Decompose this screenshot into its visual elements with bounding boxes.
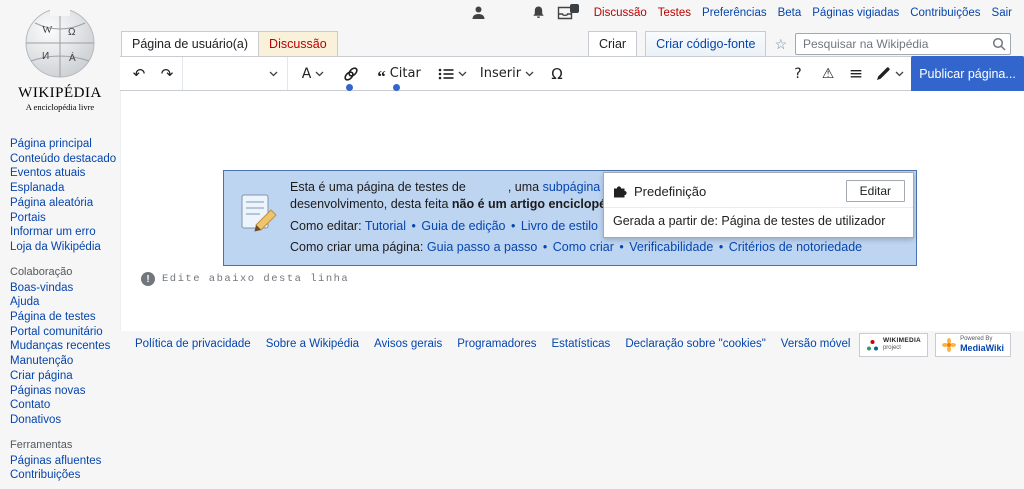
notice-link-guia-passo-a-passo[interactable]: Guia passo a passo: [427, 240, 538, 254]
feature-hint-dot[interactable]: [346, 84, 353, 91]
comment-text: Edite abaixo desta linha: [162, 273, 350, 285]
wikipedia-tagline: A enciclopédia livre: [25, 102, 95, 112]
notice-link-como-criar[interactable]: Como criar: [553, 240, 614, 254]
sidebar-navigation: Página principal Conteúdo destacado Even…: [10, 137, 120, 483]
sidebar-item-esplanada[interactable]: Esplanada: [10, 181, 120, 196]
paragraph-format-dropdown[interactable]: [182, 57, 288, 90]
svg-text:Ω: Ω: [68, 27, 76, 38]
list-format-dropdown[interactable]: [432, 57, 472, 90]
sidebar-section-ferramentas: Ferramentas: [10, 438, 73, 451]
svg-text:W: W: [42, 24, 53, 36]
chevron-down-icon: [525, 71, 534, 76]
sidebar-item-criar-pagina[interactable]: Criar página: [10, 369, 120, 384]
notices-alert-button[interactable]: ⚠: [814, 57, 842, 90]
insert-dropdown[interactable]: Inserir: [476, 57, 538, 90]
popup-title: Predefinição: [634, 183, 707, 199]
tab-create-source[interactable]: Criar código-fonte: [645, 31, 767, 56]
sidebar-item-ajuda[interactable]: Ajuda: [10, 295, 120, 310]
bullet-list-icon: [438, 68, 453, 79]
quote-icon: “: [377, 67, 386, 86]
sidebar-item-boas-vindas[interactable]: Boas-vindas: [10, 281, 120, 296]
sidebar-item-contato[interactable]: Contato: [10, 398, 120, 413]
notice-link-tutorial[interactable]: Tutorial: [365, 219, 406, 233]
editor-surface[interactable]: Esta é uma página de testes de, uma subp…: [120, 91, 1024, 331]
wikipedia-wordmark: WIKIPÉDIA: [18, 85, 102, 101]
search-icon[interactable]: [992, 37, 1006, 51]
sidebar-item-portais[interactable]: Portais: [10, 211, 120, 226]
tab-user-page[interactable]: Página de usuário(a): [121, 31, 260, 56]
visual-editor-toolbar: ↶ ↷ A “ Citar Inserir Ω ? ⚠ ≡ Publicar p…: [120, 56, 1024, 92]
chevron-down-icon: [315, 71, 324, 76]
page-tab-row: Página de usuário(a) Discussão Criar Cri…: [120, 31, 1024, 56]
sidebar-item-informar-um-erro[interactable]: Informar um erro: [10, 225, 120, 240]
sidebar-item-portal-comunitario[interactable]: Portal comunitário: [10, 325, 120, 340]
sidebar-item-loja[interactable]: Loja da Wikipédia: [10, 240, 120, 255]
watch-star-icon[interactable]: ☆: [774, 37, 787, 51]
sidebar-item-eventos-atuais[interactable]: Eventos atuais: [10, 166, 120, 181]
sidebar-item-donativos[interactable]: Donativos: [10, 413, 120, 428]
wikimedia-logo-icon: [866, 339, 878, 350]
sidebar-item-paginas-afluentes[interactable]: Páginas afluentes: [10, 454, 120, 469]
chevron-down-icon: [269, 71, 278, 76]
chevron-down-icon: [895, 71, 904, 76]
sidebar-section-colaboracao: Colaboração: [10, 265, 73, 278]
text-style-dropdown[interactable]: A: [294, 57, 332, 90]
content-column: Página de usuário(a) Discussão Criar Cri…: [120, 0, 1024, 489]
footer-link-avisos[interactable]: Avisos gerais: [374, 338, 442, 350]
notice-link-criterios-de-notoriedade[interactable]: Critérios de notoriedade: [729, 240, 862, 254]
sidebar-item-mudancas-recentes[interactable]: Mudanças recentes: [10, 339, 120, 354]
footer-link-sobre[interactable]: Sobre a Wikipédia: [266, 338, 359, 350]
footer-link-programadores[interactable]: Programadores: [457, 338, 536, 350]
template-context-popup: Predefinição Editar Gerada a partir de: …: [603, 172, 914, 238]
comment-exclamation-icon: !: [141, 272, 155, 286]
notice-link-verificabilidade[interactable]: Verificabilidade: [629, 240, 713, 254]
svg-text:Á: Á: [69, 51, 76, 64]
wikipedia-logo[interactable]: W Ω И Á WIKIPÉDIA A enciclopédia livre: [0, 3, 120, 112]
search-input[interactable]: [795, 32, 1011, 55]
svg-text:И: И: [42, 51, 49, 62]
pencil-icon: [877, 67, 890, 80]
wikipedia-globe-icon: W Ω И Á: [25, 7, 95, 78]
special-character-button[interactable]: Ω: [542, 57, 572, 90]
sidebar-item-conteudo-destacado[interactable]: Conteúdo destacado: [10, 152, 120, 167]
notice-link-guia-de-edicao[interactable]: Guia de edição: [421, 219, 505, 233]
notepad-pencil-icon: [238, 193, 280, 238]
template-edit-button[interactable]: Editar: [845, 180, 905, 202]
tab-create[interactable]: Criar: [587, 31, 638, 56]
puzzle-icon: [614, 185, 627, 197]
notice-link-livro-de-estilo[interactable]: Livro de estilo: [521, 219, 598, 233]
footer-link-versao-movel[interactable]: Versão móvel: [781, 338, 851, 350]
redo-button[interactable]: ↷: [154, 57, 180, 90]
popup-subtitle: Gerada a partir de: Página de testes de …: [613, 214, 886, 228]
wikipedia-visual-editor-page: Discussão Testes Preferências Beta Págin…: [0, 0, 1024, 489]
insert-label: Inserir: [479, 66, 522, 81]
publish-page-button[interactable]: Publicar página...: [911, 56, 1024, 92]
edit-mode-dropdown[interactable]: [870, 57, 910, 90]
mediawiki-flower-icon: [942, 338, 957, 352]
wikimedia-badge[interactable]: WIKIMEDIA project: [858, 333, 929, 357]
footer-link-estatisticas[interactable]: Estatísticas: [552, 338, 611, 350]
sidebar-item-pagina-aleatoria[interactable]: Página aleatória: [10, 196, 120, 211]
text-style-letter: A: [301, 65, 312, 82]
sidebar-item-pagina-de-testes[interactable]: Página de testes: [10, 310, 120, 325]
wikitext-comment-node[interactable]: ! Edite abaixo desta linha: [141, 272, 349, 286]
notice-link-subpagina[interactable]: subpágina: [543, 180, 601, 194]
help-button[interactable]: ?: [784, 57, 812, 90]
undo-button[interactable]: ↶: [126, 57, 152, 90]
chevron-down-icon: [458, 71, 466, 76]
link-chain-icon: [344, 66, 358, 81]
sidebar-item-pagina-principal[interactable]: Página principal: [10, 137, 120, 152]
search-box: [795, 32, 1011, 55]
page-options-menu-button[interactable]: ≡: [842, 57, 870, 90]
tab-discussion[interactable]: Discussão: [259, 31, 338, 56]
cite-label: Citar: [389, 66, 421, 81]
sidebar-item-paginas-novas[interactable]: Páginas novas: [10, 384, 120, 399]
sidebar-item-manutencao[interactable]: Manutenção: [10, 354, 120, 369]
feature-hint-dot[interactable]: [393, 84, 400, 91]
sidebar-item-contribuicoes[interactable]: Contribuições: [10, 468, 120, 483]
footer-link-privacidade[interactable]: Política de privacidade: [135, 338, 251, 350]
mediawiki-badge[interactable]: Powered By MediaWiki: [935, 333, 1011, 357]
page-footer: Política de privacidade Sobre a Wikipédi…: [120, 331, 1024, 489]
footer-link-cookies[interactable]: Declaração sobre "cookies": [625, 338, 765, 350]
